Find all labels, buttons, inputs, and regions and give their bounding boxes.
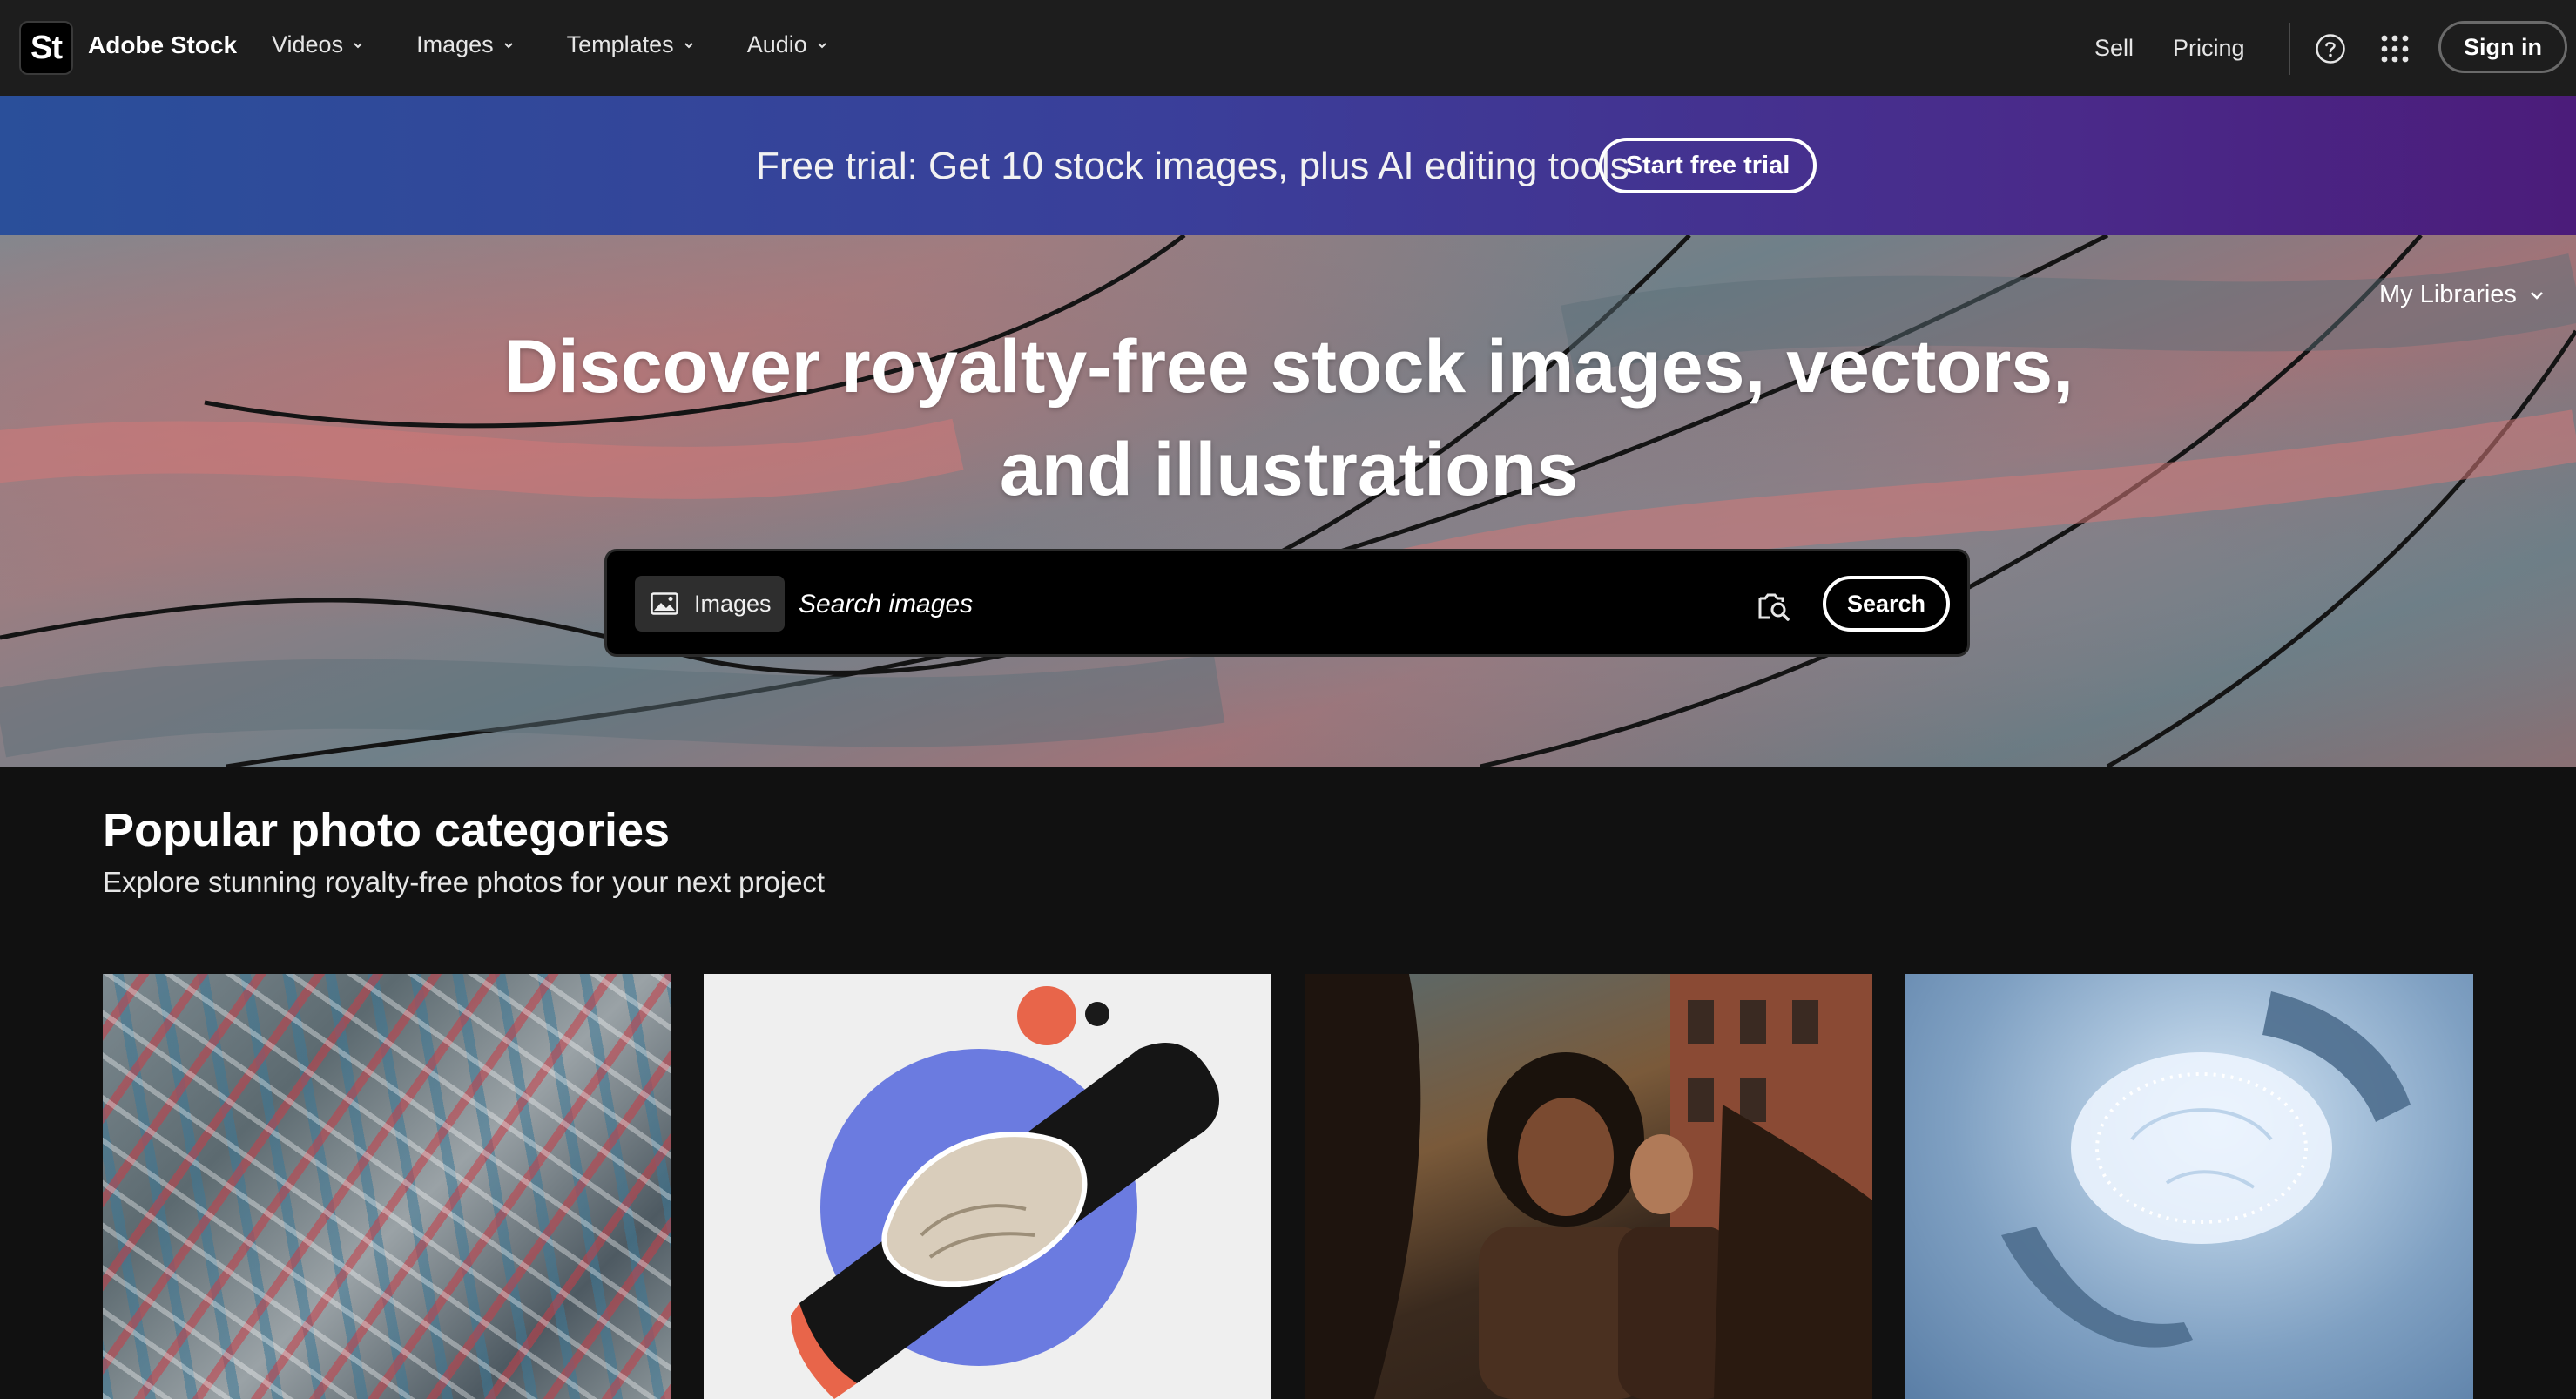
top-nav: St Adobe Stock Videos Images Templates A… bbox=[0, 0, 2576, 96]
category-card-glowing-brain[interactable] bbox=[1905, 974, 2473, 1399]
chevron-down-icon bbox=[2531, 291, 2543, 300]
my-libraries-label: My Libraries bbox=[2379, 280, 2517, 308]
handshake-collage-image bbox=[791, 986, 1219, 1399]
visual-search-icon[interactable] bbox=[1757, 588, 1791, 623]
pricing-link[interactable]: Pricing bbox=[2173, 35, 2245, 62]
search-scope-label: Images bbox=[694, 590, 772, 617]
nav-divider bbox=[2289, 23, 2290, 75]
adobe-stock-logo[interactable]: St bbox=[19, 21, 73, 75]
categories-title: Popular photo categories bbox=[103, 804, 671, 856]
menu-videos[interactable]: Videos bbox=[272, 31, 364, 58]
apps-grid-icon[interactable] bbox=[2380, 34, 2410, 64]
search-bar: Images Search bbox=[604, 549, 1970, 657]
main-menu: Videos Images Templates Audio bbox=[272, 31, 880, 58]
search-button[interactable]: Search bbox=[1823, 576, 1950, 632]
brand-name[interactable]: Adobe Stock bbox=[88, 31, 237, 59]
menu-templates[interactable]: Templates bbox=[567, 31, 695, 58]
my-libraries-dropdown[interactable]: My Libraries bbox=[2379, 280, 2545, 309]
image-icon bbox=[651, 592, 678, 615]
hero-title: Discover royalty-free stock images, vect… bbox=[503, 325, 2074, 511]
hero-section: My Libraries Discover royalty-free stock… bbox=[0, 235, 2576, 767]
menu-images-label: Images bbox=[416, 31, 494, 57]
start-free-trial-button[interactable]: Start free trial bbox=[1599, 138, 1817, 193]
menu-images[interactable]: Images bbox=[416, 31, 515, 58]
menu-audio[interactable]: Audio bbox=[747, 31, 828, 58]
help-icon[interactable] bbox=[2315, 33, 2346, 64]
chevron-down-icon bbox=[354, 42, 362, 48]
search-input[interactable] bbox=[799, 578, 1460, 632]
sell-link[interactable]: Sell bbox=[2094, 35, 2134, 62]
categories-subtitle: Explore stunning royalty-free photos for… bbox=[103, 866, 826, 898]
friends-street-image bbox=[1305, 974, 1872, 1399]
menu-audio-label: Audio bbox=[746, 31, 807, 57]
category-card-friends-street[interactable] bbox=[1305, 974, 1872, 1399]
promo-text: Free trial: Get 10 stock images, plus AI… bbox=[756, 145, 1629, 187]
chevron-down-icon bbox=[818, 42, 826, 48]
sign-in-button[interactable]: Sign in bbox=[2438, 21, 2567, 73]
category-card-handshake-collage[interactable] bbox=[704, 974, 1271, 1399]
search-scope-button[interactable]: Images bbox=[635, 576, 785, 632]
chevron-down-icon bbox=[684, 42, 693, 48]
category-card-foil-texture[interactable] bbox=[103, 974, 671, 1399]
menu-videos-label: Videos bbox=[272, 31, 344, 57]
menu-templates-label: Templates bbox=[566, 31, 674, 57]
free-trial-banner: Free trial: Get 10 stock images, plus AI… bbox=[0, 96, 2576, 235]
chevron-down-icon bbox=[503, 42, 513, 48]
glowing-brain-image bbox=[2001, 991, 2411, 1348]
